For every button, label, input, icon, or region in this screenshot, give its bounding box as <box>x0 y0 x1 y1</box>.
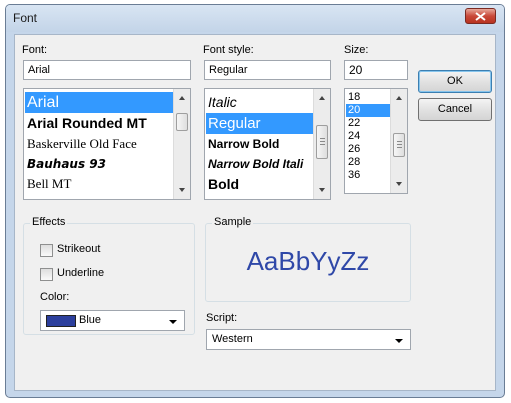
close-button[interactable] <box>465 8 496 24</box>
size-list-item[interactable]: 36 <box>346 169 390 182</box>
size-scrollbar[interactable] <box>390 89 407 193</box>
chevron-down-icon <box>395 339 403 343</box>
color-label: Color: <box>40 291 70 303</box>
strikeout-label[interactable]: Strikeout <box>57 243 100 255</box>
font-style-scroll-thumb[interactable] <box>316 125 328 159</box>
font-list-item-arial[interactable]: Arial <box>25 92 173 113</box>
style-list-item-narrow-bold[interactable]: Narrow Bold <box>206 134 313 154</box>
size-list[interactable]: 18 20 22 24 26 28 36 <box>344 88 408 194</box>
font-style-label: Font style: <box>203 44 254 56</box>
size-label: Size: <box>344 44 369 56</box>
dialog-title: Font <box>13 11 38 25</box>
cancel-button[interactable]: Cancel <box>418 98 492 121</box>
underline-checkbox[interactable] <box>40 268 53 281</box>
size-list-item-selected[interactable]: 20 <box>346 104 390 117</box>
script-value: Western <box>212 333 253 345</box>
font-list-scroll-thumb[interactable] <box>176 113 188 131</box>
size-scroll-thumb[interactable] <box>393 133 405 157</box>
scroll-down-icon[interactable] <box>396 182 402 186</box>
underline-label[interactable]: Underline <box>57 267 104 279</box>
style-list-item-italic[interactable]: Italic <box>206 92 313 113</box>
font-list-scrollbar[interactable] <box>173 89 190 199</box>
scroll-up-icon[interactable] <box>179 96 185 100</box>
font-list-item-bell-mt[interactable]: Bell MT <box>25 174 173 194</box>
font-name-input[interactable]: Arial <box>23 60 191 80</box>
font-style-list[interactable]: Italic Regular Narrow Bold Narrow Bold I… <box>204 88 331 200</box>
font-list-item-bauhaus[interactable]: Bauhaus 93 <box>25 154 173 174</box>
font-list-item-baskerville[interactable]: Baskerville Old Face <box>25 134 173 154</box>
scroll-up-icon[interactable] <box>319 96 325 100</box>
ok-button[interactable]: OK <box>418 70 492 93</box>
script-label: Script: <box>206 312 238 324</box>
color-swatch <box>46 315 76 327</box>
color-select[interactable]: Blue <box>40 310 185 331</box>
scroll-up-icon[interactable] <box>396 96 402 100</box>
size-input[interactable]: 20 <box>344 60 408 80</box>
font-list[interactable]: Arial Arial Rounded MT Baskerville Old F… <box>23 88 191 200</box>
font-label: Font: <box>22 44 48 56</box>
sample-preview-text: AaBbYyZz <box>246 246 370 276</box>
size-list-item[interactable]: 18 <box>346 91 390 104</box>
scroll-down-icon[interactable] <box>319 188 325 192</box>
font-list-item-arial-rounded[interactable]: Arial Rounded MT <box>25 113 173 134</box>
size-list-item[interactable]: 22 <box>346 117 390 130</box>
color-value: Blue <box>79 314 102 326</box>
size-list-item[interactable]: 26 <box>346 143 390 156</box>
font-style-input[interactable]: Regular <box>204 60 331 80</box>
font-style-scrollbar[interactable] <box>313 89 330 199</box>
title-bar[interactable]: Font <box>6 5 504 32</box>
style-list-item-bold[interactable]: Bold <box>206 174 313 195</box>
style-list-item-regular[interactable]: Regular <box>206 113 313 134</box>
effects-label: Effects <box>30 216 68 228</box>
script-select[interactable]: Western <box>206 329 411 350</box>
chevron-down-icon <box>169 320 177 324</box>
dialog-client: Font: Arial Arial Arial Rounded MT Baske… <box>14 34 496 391</box>
sample-label: Sample <box>212 216 254 228</box>
sample-group: AaBbYyZz <box>205 223 411 302</box>
style-list-item-narrow-bold-italic[interactable]: Narrow Bold Itali <box>206 154 313 174</box>
font-dialog: Font Font: Arial Arial Arial Rounded MT … <box>5 4 505 398</box>
size-list-item[interactable]: 28 <box>346 156 390 169</box>
scroll-down-icon[interactable] <box>179 188 185 192</box>
size-list-item[interactable]: 24 <box>346 130 390 143</box>
strikeout-checkbox[interactable] <box>40 244 53 257</box>
